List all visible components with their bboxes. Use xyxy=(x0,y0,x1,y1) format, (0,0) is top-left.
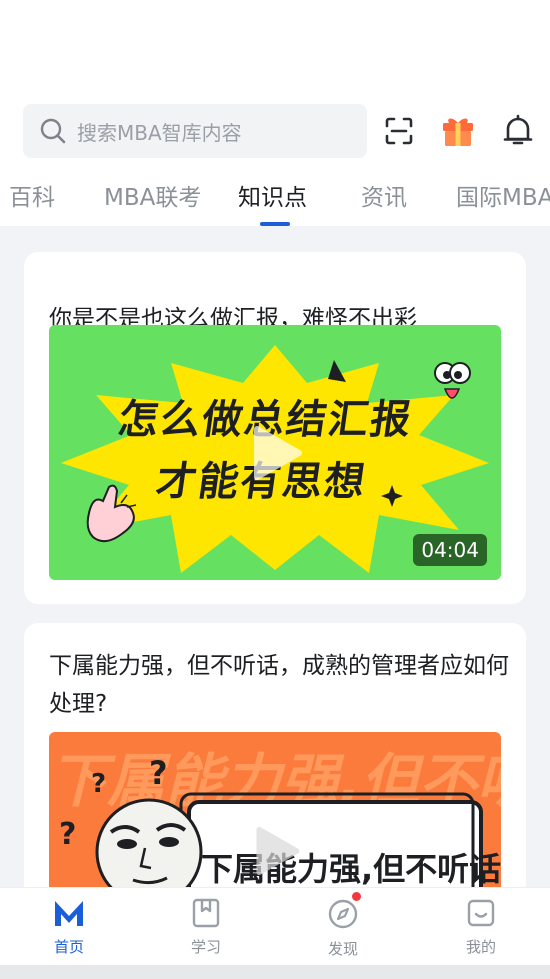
video-thumbnail[interactable]: 怎么做总结汇报 才能有思想 04:04 xyxy=(49,325,501,580)
scan-icon[interactable] xyxy=(380,112,418,150)
video-card[interactable]: 你是不是也这么做汇报，难怪不出彩 怎么做总结汇报 才能有思想 04:04 xyxy=(24,252,526,604)
nav-discover[interactable]: 发现 xyxy=(303,892,383,959)
video-duration: 04:04 xyxy=(413,534,487,566)
content-feed[interactable]: 你是不是也这么做汇报，难怪不出彩 怎么做总结汇报 才能有思想 04:04 下属能… xyxy=(0,226,550,887)
nav-home[interactable]: 首页 xyxy=(29,898,109,957)
notification-dot xyxy=(352,892,361,901)
compass-icon xyxy=(328,899,358,929)
tab-news[interactable]: 资讯 xyxy=(361,178,407,212)
nav-study[interactable]: 学习 xyxy=(166,898,246,957)
category-tabs: 百科 MBA联考 知识点 资讯 国际MBA xyxy=(0,170,550,226)
home-logo-icon xyxy=(55,901,83,926)
video-thumbnail[interactable]: 下属能力强,但不听话, ? ? ? 下属能力强,但不听话 xyxy=(49,732,501,887)
gift-icon[interactable] xyxy=(439,112,477,150)
tab-knowledge[interactable]: 知识点 xyxy=(238,178,307,212)
bottom-nav: 首页 学习 发现 我的 xyxy=(0,887,550,965)
top-bar: 搜索MBA智库内容 百科 MBA联考 知识点 资讯 国际MBA xyxy=(0,0,550,226)
nav-profile[interactable]: 我的 xyxy=(441,898,521,957)
nav-label: 发现 xyxy=(327,940,358,958)
nav-label: 学习 xyxy=(190,938,221,956)
svg-text:?: ? xyxy=(59,817,76,852)
tab-mba-exam[interactable]: MBA联考 xyxy=(104,178,201,212)
play-icon xyxy=(254,426,302,480)
search-placeholder: 搜索MBA智库内容 xyxy=(77,120,242,145)
profile-icon xyxy=(467,899,495,927)
tab-baike[interactable]: 百科 xyxy=(9,178,55,212)
nav-label: 首页 xyxy=(53,938,84,956)
book-icon xyxy=(192,898,220,928)
play-icon xyxy=(256,826,300,876)
card-title[interactable]: 下属能力强，但不听话，成熟的管理者应如何处理? xyxy=(49,647,509,723)
search-icon xyxy=(40,118,66,144)
nav-label: 我的 xyxy=(465,938,496,956)
tab-international-mba[interactable]: 国际MBA xyxy=(456,178,550,212)
thumbnail-caption: 下属能力强,但不听话 xyxy=(201,850,501,887)
search-bar[interactable]: 搜索MBA智库内容 xyxy=(23,104,367,158)
svg-text:?: ? xyxy=(149,754,168,792)
bell-icon[interactable] xyxy=(499,112,537,150)
system-home-bar xyxy=(0,965,550,979)
svg-text:?: ? xyxy=(91,769,106,799)
video-card[interactable]: 下属能力强，但不听话，成熟的管理者应如何处理? 下属能力强,但不听话, ? ? … xyxy=(24,623,526,887)
